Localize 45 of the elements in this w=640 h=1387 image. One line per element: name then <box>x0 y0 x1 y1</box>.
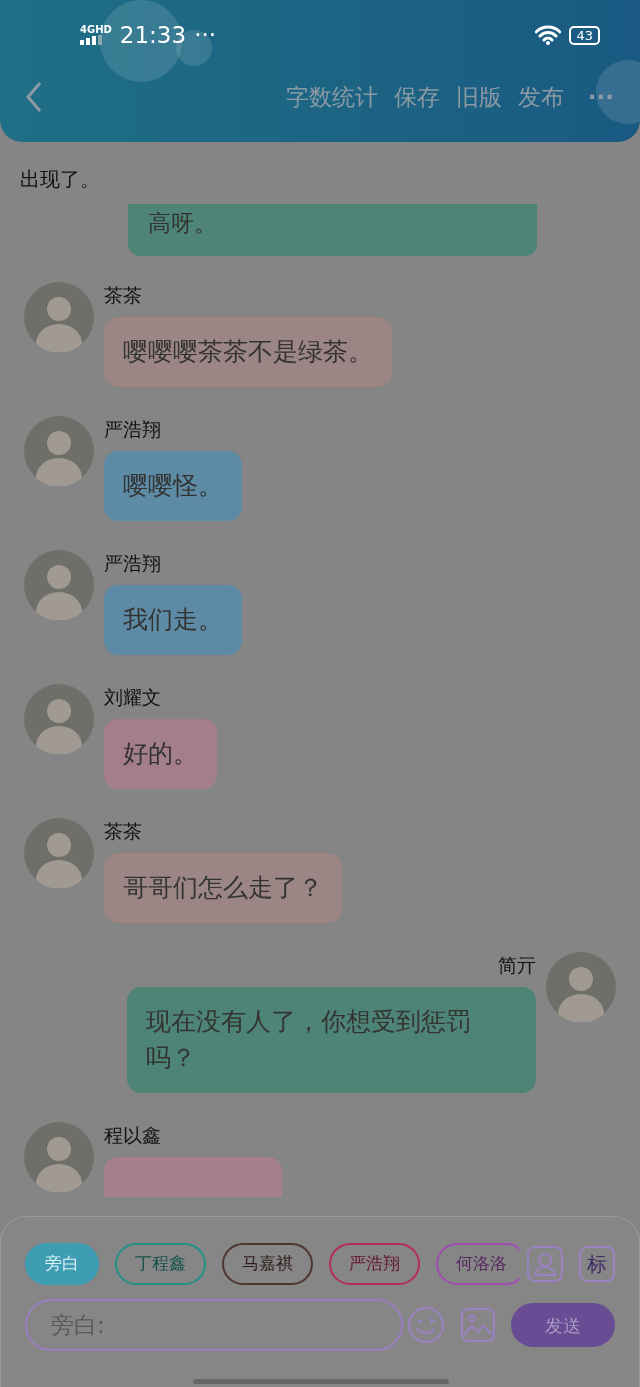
battery-indicator: 43 <box>569 25 600 45</box>
header-action-link[interactable]: 发布 <box>517 80 564 115</box>
sender-name: 刘耀文 <box>104 685 162 710</box>
message-bubble: 我们走。 <box>104 585 242 655</box>
sender-name: 茶茶 <box>104 819 143 844</box>
message-bubble: 嘤嘤怪。 <box>104 451 242 521</box>
send-button[interactable]: 发送 <box>511 1303 615 1347</box>
network-label: 4GHD <box>80 25 112 35</box>
message-bubble: 嘤嘤嘤茶茶不是绿茶。 <box>104 317 392 387</box>
avatar <box>24 818 94 888</box>
more-button[interactable]: ··· <box>587 80 614 115</box>
avatar <box>24 684 94 754</box>
avatar <box>24 416 94 486</box>
header-action-link[interactable]: 字数统计 <box>285 80 378 115</box>
wifi-icon <box>535 25 562 45</box>
person-icon <box>534 1252 556 1276</box>
role-chip[interactable]: 丁程鑫 <box>115 1243 206 1285</box>
avatar <box>24 1122 94 1192</box>
clock: 21:33 <box>119 20 187 50</box>
sender-name: 简亓 <box>497 953 536 978</box>
narration-text: 出现了。 <box>19 166 101 193</box>
signal-icon <box>80 35 102 45</box>
role-chip[interactable]: 马嘉祺 <box>222 1243 313 1285</box>
role-chip[interactable]: 何洛洛 <box>436 1243 519 1285</box>
avatar <box>24 282 94 352</box>
emoji-icon[interactable] <box>407 1306 445 1344</box>
message-bubble: 高呀。 <box>128 204 537 256</box>
avatar <box>546 952 616 1022</box>
header-action-link[interactable]: 旧版 <box>455 80 502 115</box>
role-chip[interactable]: 旁白 <box>25 1243 99 1285</box>
mark-button[interactable]: 标 <box>579 1246 615 1282</box>
header-action-link[interactable]: 保存 <box>393 80 440 115</box>
message-bubble: 好的。 <box>104 719 217 789</box>
sender-name: 茶茶 <box>104 283 143 308</box>
more-status-dots: ··· <box>194 20 217 50</box>
sender-name: 严浩翔 <box>104 551 162 576</box>
role-chip[interactable]: 严浩翔 <box>329 1243 420 1285</box>
sender-name: 程以鑫 <box>104 1123 162 1148</box>
character-button[interactable] <box>527 1246 563 1282</box>
back-icon[interactable] <box>24 81 44 114</box>
message-bubble: 哥哥们怎么走了？ <box>104 853 342 923</box>
avatar <box>24 550 94 620</box>
image-icon[interactable] <box>461 1308 495 1342</box>
message-bubble: 现在没有人了，你想受到惩罚吗？ <box>127 987 536 1093</box>
sender-name: 严浩翔 <box>104 417 162 442</box>
